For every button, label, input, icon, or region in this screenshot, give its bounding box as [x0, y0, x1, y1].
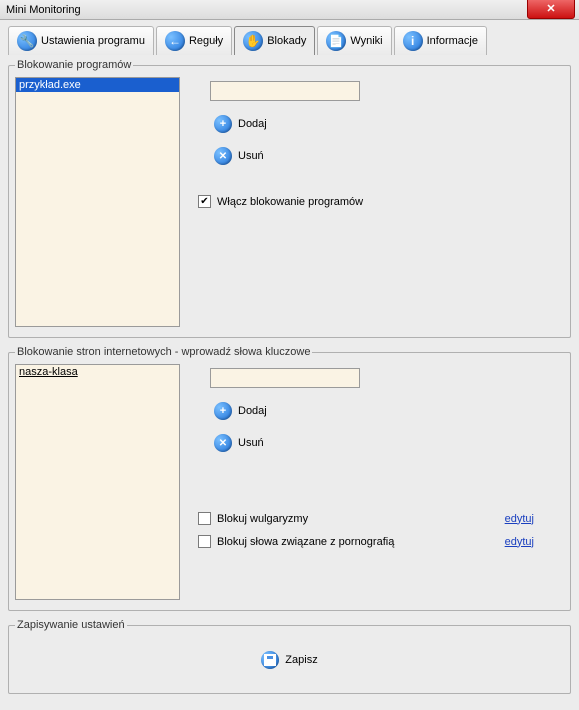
window-title: Mini Monitoring: [6, 4, 81, 16]
programs-listbox[interactable]: przykład.exe: [15, 77, 180, 327]
x-icon: [214, 434, 232, 452]
edit-vulgar-link[interactable]: edytuj: [505, 513, 534, 525]
tab-label: Ustawienia programu: [41, 35, 145, 47]
titlebar: Mini Monitoring ✕: [0, 0, 579, 20]
enable-label: Włącz blokowanie programów: [217, 196, 363, 208]
list-item[interactable]: nasza-klasa: [16, 365, 179, 379]
remove-site-button[interactable]: Usuń: [214, 434, 564, 452]
checkbox-icon: ✔: [198, 195, 211, 208]
gear-icon: 🔧: [17, 31, 37, 51]
arrow-left-icon: ←: [165, 31, 185, 51]
document-icon: 📄: [326, 31, 346, 51]
list-item[interactable]: przykład.exe: [16, 78, 179, 92]
checkbox-icon: [198, 512, 211, 525]
add-site-button[interactable]: Dodaj: [214, 402, 564, 420]
block-vulgar-checkbox[interactable]: Blokuj wulgaryzmy: [198, 512, 308, 525]
remove-program-button[interactable]: Usuń: [214, 147, 564, 165]
enable-blocking-checkbox[interactable]: ✔ Włącz blokowanie programów: [198, 195, 564, 208]
add-label: Dodaj: [238, 405, 267, 417]
tab-label: Wyniki: [350, 35, 382, 47]
block-porn-checkbox[interactable]: Blokuj słowa związane z pornografią: [198, 535, 394, 548]
add-program-button[interactable]: Dodaj: [214, 115, 564, 133]
tab-label: Reguły: [189, 35, 223, 47]
info-icon: i: [403, 31, 423, 51]
add-label: Dodaj: [238, 118, 267, 130]
save-icon: [261, 651, 279, 669]
site-input[interactable]: [210, 368, 360, 388]
legend-programs: Blokowanie programów: [15, 59, 133, 71]
tab-results[interactable]: 📄 Wyniki: [317, 26, 391, 55]
tab-info[interactable]: i Informacje: [394, 26, 487, 55]
program-input[interactable]: [210, 81, 360, 101]
edit-porn-link[interactable]: edytuj: [505, 536, 534, 548]
fieldset-save: Zapisywanie ustawień Zapisz: [8, 619, 571, 694]
fieldset-sites: Blokowanie stron internetowych - wprowad…: [8, 346, 571, 611]
hand-icon: ✋: [243, 31, 263, 51]
plus-icon: [214, 115, 232, 133]
tab-blocks[interactable]: ✋ Blokady: [234, 26, 315, 55]
tab-settings[interactable]: 🔧 Ustawienia programu: [8, 26, 154, 55]
close-button[interactable]: ✕: [527, 0, 575, 19]
remove-label: Usuń: [238, 437, 264, 449]
legend-save: Zapisywanie ustawień: [15, 619, 127, 631]
checkbox-icon: [198, 535, 211, 548]
fieldset-programs: Blokowanie programów przykład.exe Dodaj …: [8, 59, 571, 338]
sites-listbox[interactable]: nasza-klasa: [15, 364, 180, 600]
legend-sites: Blokowanie stron internetowych - wprowad…: [15, 346, 312, 358]
block-porn-label: Blokuj słowa związane z pornografią: [217, 536, 394, 548]
remove-label: Usuń: [238, 150, 264, 162]
save-label: Zapisz: [285, 654, 317, 666]
close-icon: ✕: [546, 2, 555, 15]
x-icon: [214, 147, 232, 165]
content-area: Blokowanie programów przykład.exe Dodaj …: [0, 59, 579, 710]
save-button[interactable]: Zapisz: [15, 637, 564, 683]
tab-label: Blokady: [267, 35, 306, 47]
tab-rules[interactable]: ← Reguły: [156, 26, 232, 55]
plus-icon: [214, 402, 232, 420]
tab-bar: 🔧 Ustawienia programu ← Reguły ✋ Blokady…: [0, 20, 579, 55]
tab-label: Informacje: [427, 35, 478, 47]
block-vulgar-label: Blokuj wulgaryzmy: [217, 513, 308, 525]
